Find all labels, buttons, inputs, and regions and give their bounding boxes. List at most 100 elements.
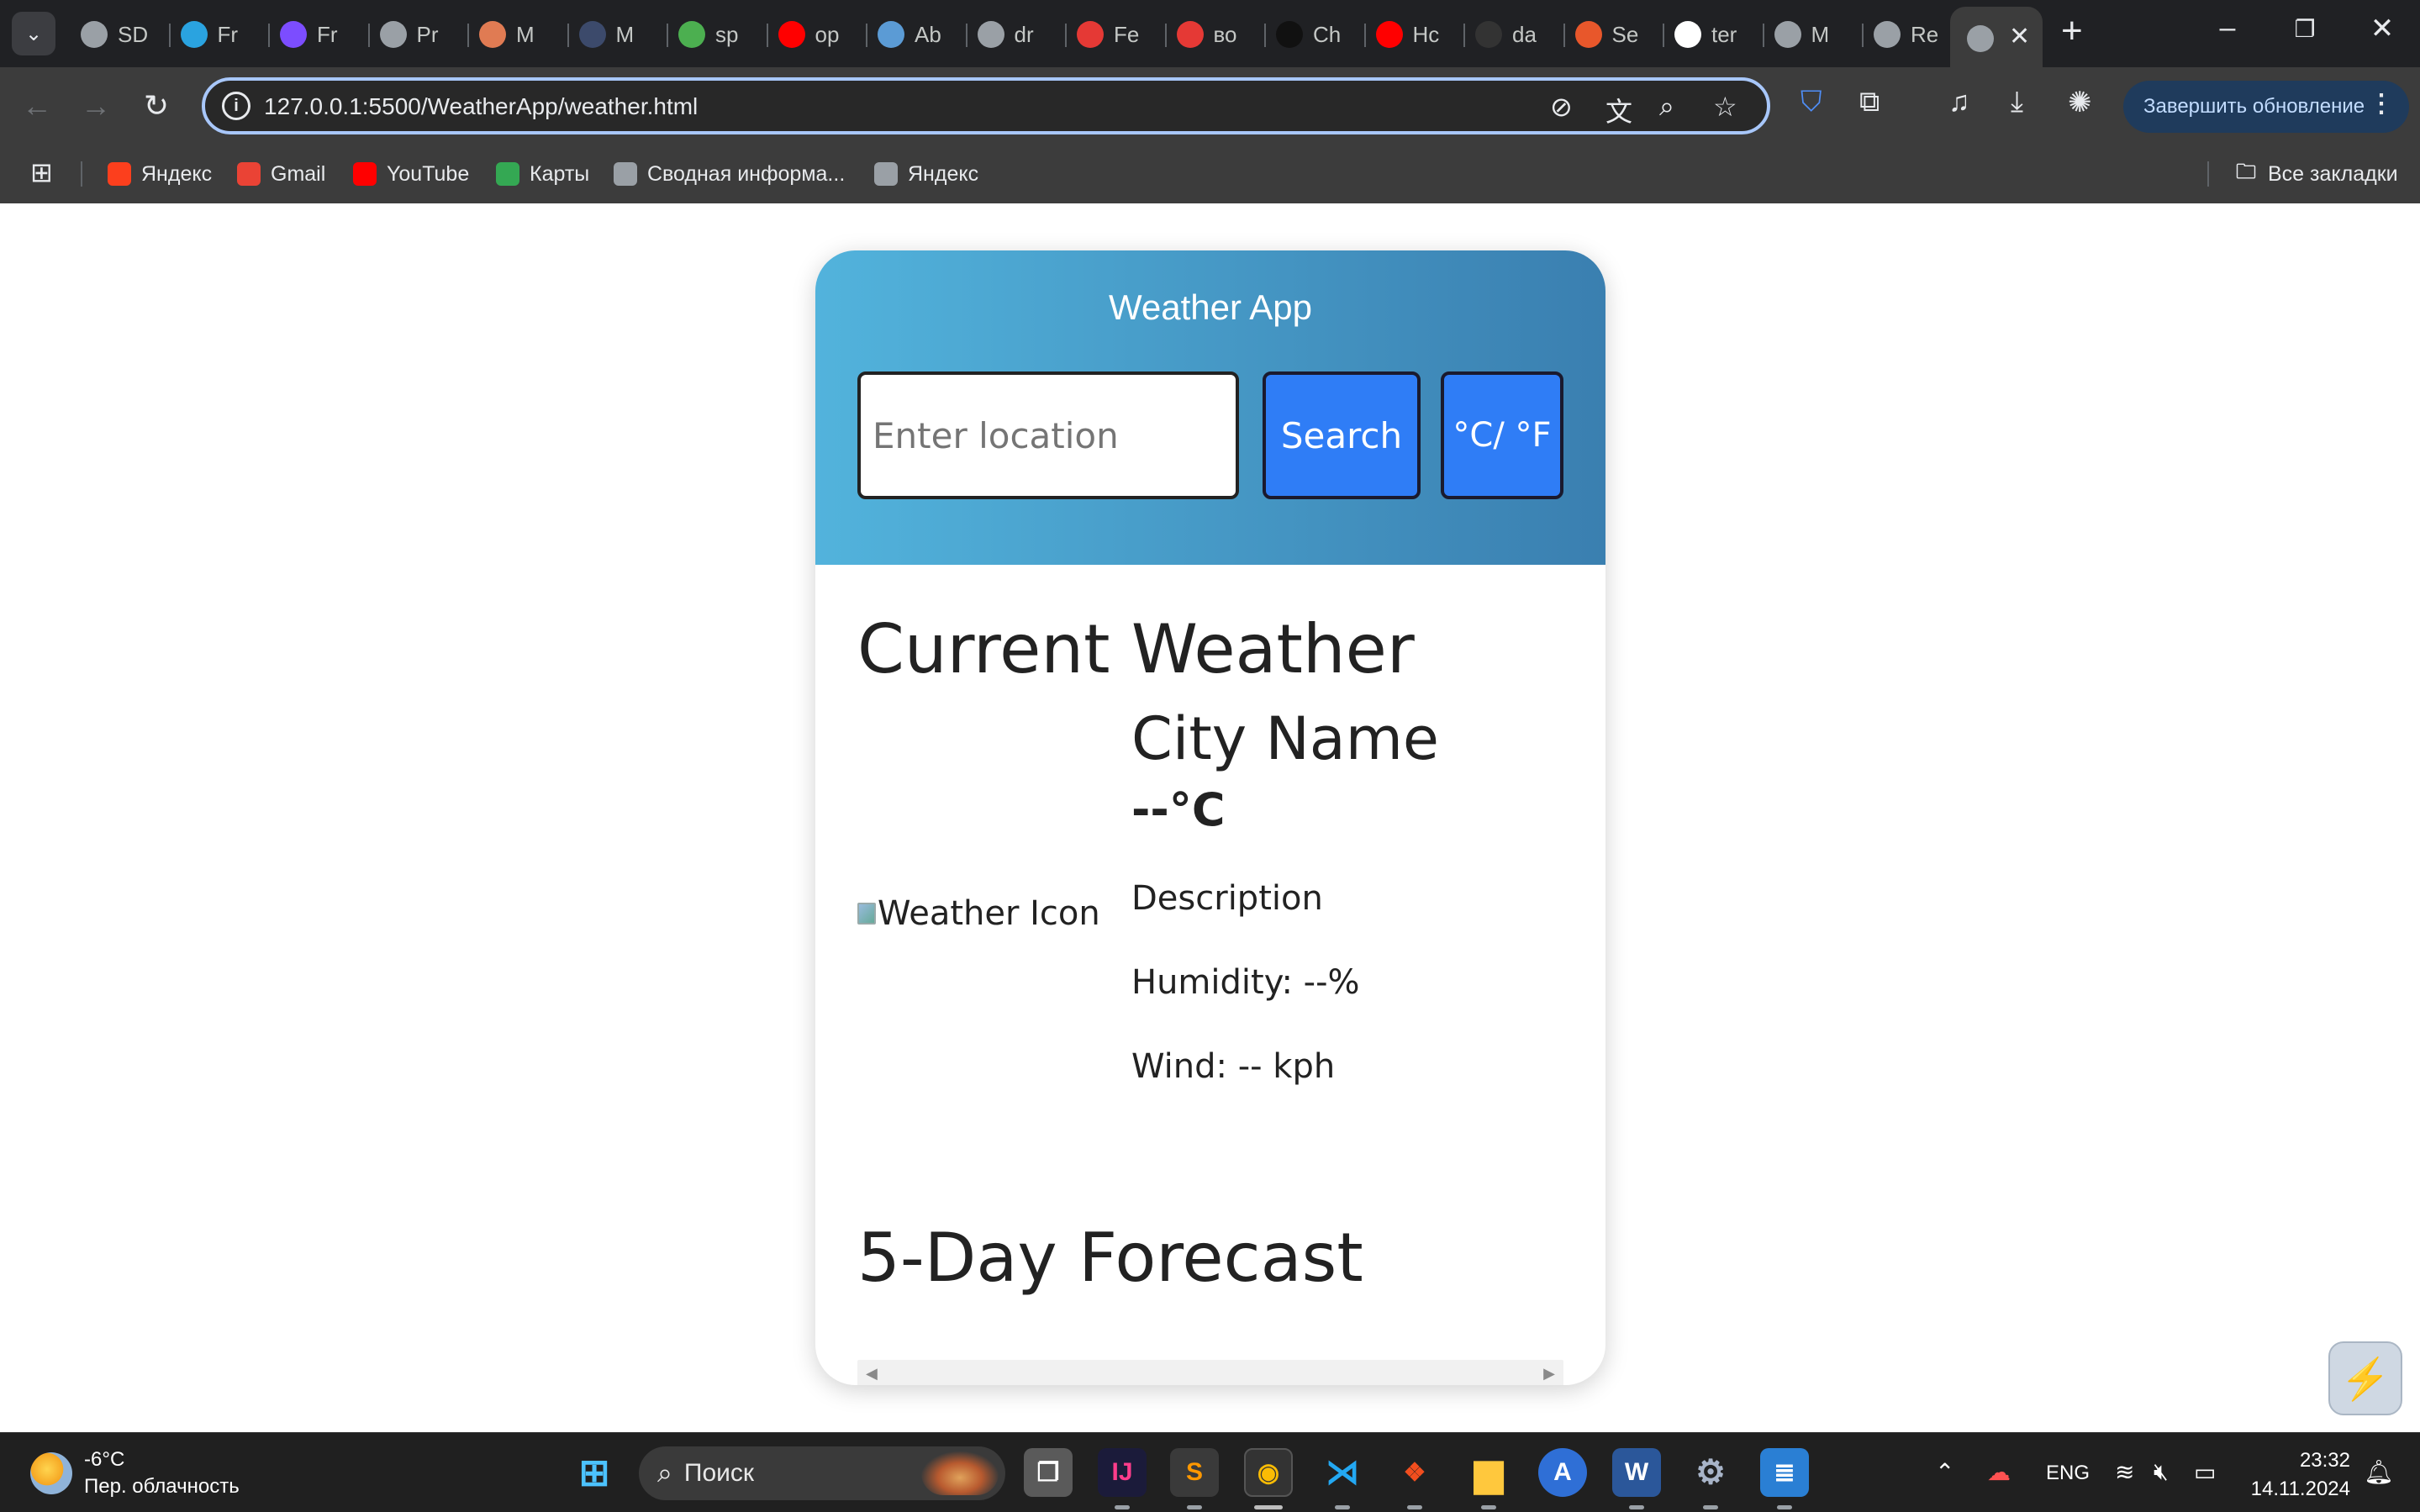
unit-toggle-button[interactable]: °C/ °F: [1441, 371, 1563, 499]
active-tab[interactable]: ✕: [1950, 7, 2043, 67]
tab-search-button[interactable]: ⌄: [12, 12, 55, 55]
bookmarks-divider: [81, 161, 82, 187]
reload-icon[interactable]: ↻: [136, 86, 177, 126]
running-indicator: [1481, 1505, 1496, 1509]
weather-app-card: Weather App Search °C/ °F Current Weathe…: [815, 250, 1605, 1385]
tracking-protection-icon[interactable]: ⊘: [1550, 91, 1573, 123]
chrome-icon[interactable]: ◉: [1244, 1448, 1293, 1497]
browser-tab[interactable]: M: [479, 15, 566, 54]
media-controls-icon[interactable]: ♫: [1948, 86, 1970, 119]
browser-tab[interactable]: во: [1176, 15, 1263, 54]
running-indicator: [1777, 1505, 1792, 1509]
bookmark-item[interactable]: Яндекс: [108, 156, 212, 192]
browser-tab[interactable]: op: [778, 15, 865, 54]
browser-tab[interactable]: Re: [1874, 15, 1960, 54]
shield-extension-icon[interactable]: ⛉: [1801, 86, 1822, 119]
close-window-icon[interactable]: ✕: [2357, 12, 2407, 45]
kebab-menu-icon[interactable]: ⋮: [2369, 89, 2394, 119]
bookmark-item[interactable]: Сводная информа...: [614, 156, 845, 192]
tab-label: M: [516, 21, 535, 47]
bookmark-label: YouTube: [387, 161, 470, 186]
bookmark-label: Gmail: [271, 161, 326, 186]
speaker-muted-icon[interactable]: 🔇︎: [2154, 1458, 2169, 1486]
onedrive-error-icon[interactable]: ☁: [1987, 1458, 2011, 1486]
scroll-left-icon[interactable]: ◀: [866, 1365, 878, 1383]
windows-start-icon[interactable]: ⊞: [570, 1448, 619, 1497]
finish-update-button[interactable]: Завершить обновление ⋮: [2123, 81, 2409, 133]
notepad-icon[interactable]: ≣: [1760, 1448, 1809, 1497]
tab-label: Ch: [1313, 21, 1342, 47]
browser-tab[interactable]: Fe: [1077, 15, 1163, 54]
browser-tab[interactable]: M: [578, 15, 666, 54]
search-button[interactable]: Search: [1263, 371, 1421, 499]
translate-icon[interactable]: 文: [1605, 91, 1632, 129]
browser-tab[interactable]: da: [1475, 15, 1562, 54]
figma-icon[interactable]: ❖: [1390, 1448, 1439, 1497]
language-indicator[interactable]: ENG: [2046, 1462, 2090, 1485]
tab-label: Se: [1611, 21, 1639, 47]
browser-tab[interactable]: Fr: [180, 15, 267, 54]
notification-bell-icon[interactable]: 🔔︎: [2364, 1458, 2394, 1486]
task-view-icon[interactable]: ❐: [1024, 1448, 1073, 1497]
site-info-icon[interactable]: i: [222, 92, 250, 120]
globe-icon: [1967, 25, 1994, 52]
tab-separator: [1463, 24, 1465, 47]
tray-overflow-chevron-icon[interactable]: ⌃: [1935, 1458, 1954, 1486]
browser-tab[interactable]: Se: [1574, 15, 1662, 54]
running-indicator: [1335, 1505, 1350, 1509]
new-tab-button[interactable]: +: [2061, 10, 2083, 52]
vscode-icon[interactable]: ⋊: [1318, 1448, 1367, 1497]
location-input[interactable]: [857, 371, 1239, 499]
intellij-icon[interactable]: IJ: [1098, 1448, 1147, 1497]
bookmark-star-icon[interactable]: ☆: [1713, 91, 1737, 123]
globe-icon: [977, 21, 1004, 48]
bookmark-item[interactable]: YouTube: [353, 156, 469, 192]
youtube-icon: [1375, 21, 1403, 48]
bookmark-item[interactable]: Яндекс: [874, 156, 978, 192]
word-icon[interactable]: W: [1612, 1448, 1661, 1497]
browser-tab[interactable]: Pr: [379, 15, 467, 54]
settings-gear-icon[interactable]: ⚙: [1686, 1448, 1735, 1497]
taskbar-weather-widget[interactable]: -6°C Пер. облачность: [30, 1446, 240, 1500]
file-explorer-icon[interactable]: ▆: [1464, 1448, 1513, 1497]
bookmark-item[interactable]: Gmail: [237, 156, 325, 192]
url-text[interactable]: 127.0.0.1:5500/WeatherApp/weather.html: [264, 93, 698, 120]
minimize-icon[interactable]: –: [2202, 12, 2253, 45]
sublime-text-icon[interactable]: S: [1170, 1448, 1219, 1497]
close-icon[interactable]: ✕: [2009, 22, 2030, 51]
browser-tab[interactable]: dr: [977, 15, 1064, 54]
browser-tab[interactable]: M: [1774, 15, 1861, 54]
browser-tab[interactable]: sp: [678, 15, 765, 54]
taskbar-search[interactable]: ⌕ Поиск: [639, 1446, 1005, 1500]
browser-tab[interactable]: Ch: [1276, 15, 1363, 54]
browser-tab[interactable]: SD: [81, 15, 167, 54]
forward-arrow-icon[interactable]: →: [76, 86, 116, 126]
forecast-horizontal-scrollbar[interactable]: ◀ ▶: [857, 1360, 1563, 1385]
floating-extension-widget[interactable]: ⚡: [2328, 1341, 2402, 1415]
app-store-icon[interactable]: A: [1538, 1448, 1587, 1497]
taskbar-clock[interactable]: 23:32 14.11.2024: [2249, 1446, 2350, 1504]
scroll-right-icon[interactable]: ▶: [1543, 1365, 1555, 1383]
browser-tab[interactable]: Ab: [878, 15, 964, 54]
list-icon: [280, 21, 307, 48]
wifi-icon[interactable]: ≋: [2115, 1458, 2134, 1486]
zoom-icon[interactable]: ⌕: [1659, 91, 1674, 123]
all-bookmarks-button[interactable]: 🗀 Все закладки: [2234, 156, 2398, 192]
tab-label: Fr: [317, 21, 338, 47]
address-bar[interactable]: i 127.0.0.1:5500/WeatherApp/weather.html…: [202, 77, 1770, 134]
bookmark-item[interactable]: Карты: [496, 156, 589, 192]
restore-icon[interactable]: ❐: [2280, 15, 2330, 43]
browser-tab[interactable]: ter: [1674, 15, 1761, 54]
lightning-icon: ⚡: [2340, 1357, 2391, 1402]
running-indicator: [1115, 1505, 1130, 1509]
globe-icon: [81, 21, 108, 48]
browser-tab[interactable]: Fr: [280, 15, 366, 54]
downloads-icon[interactable]: ⤓: [2011, 86, 2023, 119]
battery-icon[interactable]: ▭: [2194, 1458, 2216, 1486]
extensions-puzzle-icon[interactable]: ⧉: [1859, 86, 1880, 119]
profile-avatar-icon[interactable]: ✺: [2068, 86, 2092, 119]
back-arrow-icon[interactable]: ←: [17, 86, 57, 126]
apps-grid-icon[interactable]: ⊞: [30, 156, 57, 192]
ab-icon: [1176, 21, 1204, 48]
browser-tab[interactable]: Hc: [1375, 15, 1463, 54]
